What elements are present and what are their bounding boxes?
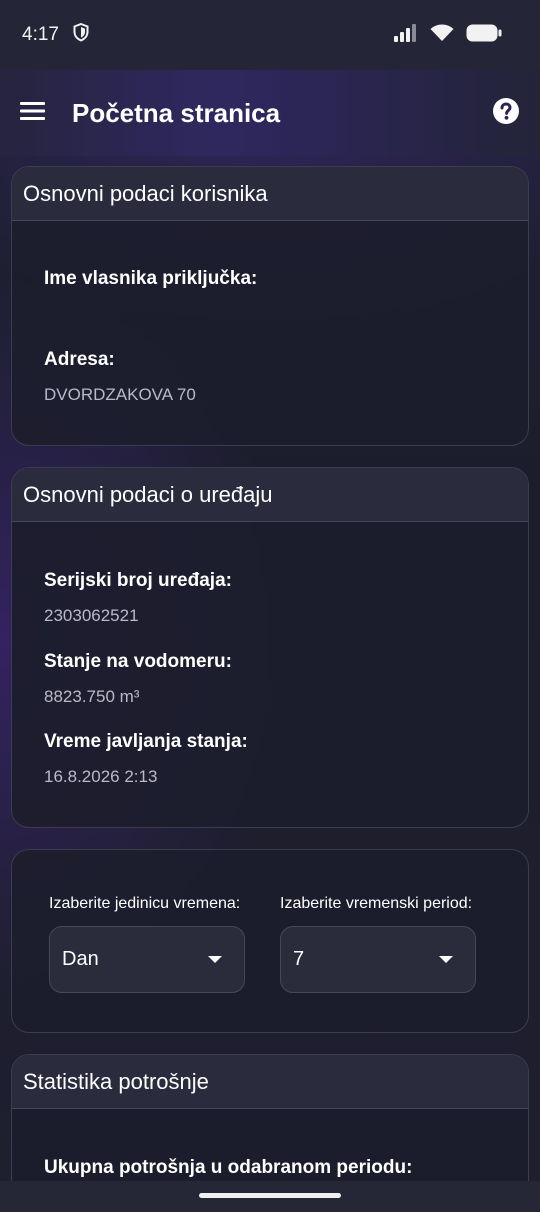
time-unit-select[interactable]: Dan — [49, 926, 245, 993]
device-card-title: Osnovni podaci o uređaju — [12, 468, 528, 522]
time-period-label: Izaberite vremenski period: — [280, 895, 473, 912]
dropdown-arrow-icon — [208, 956, 222, 963]
meter-field: Stanje na vodomeru: 8823.750 m³ — [44, 651, 232, 707]
signal-icon — [394, 23, 418, 47]
status-bar: 4:17 — [0, 0, 540, 70]
home-indicator[interactable] — [199, 1193, 341, 1198]
shield-icon — [73, 22, 89, 47]
wifi-icon — [430, 24, 454, 47]
page-title: Početna stranica — [72, 97, 281, 128]
serial-label: Serijski broj uređaja: — [44, 570, 232, 591]
address-value: DVORDZAKOVA 70 — [44, 385, 196, 404]
stats-card-title: Statistika potrošnje — [12, 1055, 528, 1109]
period-filter-card: Izaberite jedinicu vremena: Dan Izaberit… — [11, 849, 529, 1033]
hamburger-menu-icon[interactable] — [20, 101, 46, 126]
meter-label: Stanje na vodomeru: — [44, 651, 232, 672]
help-icon[interactable] — [492, 97, 520, 130]
serial-field: Serijski broj uređaja: 2303062521 — [44, 570, 232, 626]
total-consumption-label: Ukupna potrošnja u odabranom periodu: — [44, 1157, 413, 1178]
report-time-label: Vreme javljanja stanja: — [44, 731, 248, 752]
device-info-card: Osnovni podaci o uređaju Serijski broj u… — [11, 467, 529, 828]
dropdown-arrow-icon — [439, 956, 453, 963]
address-field: Adresa: DVORDZAKOVA 70 — [44, 349, 196, 405]
status-time: 4:17 — [22, 24, 59, 45]
app-bar: Početna stranica — [0, 70, 540, 156]
total-consumption-field: Ukupna potrošnja u odabranom periodu: — [44, 1157, 412, 1179]
time-period-value: 7 — [293, 948, 305, 970]
report-time-value: 16.8.2026 2:13 — [44, 767, 158, 786]
user-card-title: Osnovni podaci korisnika — [12, 167, 528, 221]
meter-value: 8823.750 m³ — [44, 687, 140, 706]
address-label: Adresa: — [44, 349, 115, 370]
time-unit-value: Dan — [62, 948, 99, 970]
serial-value: 2303062521 — [44, 606, 139, 625]
report-time-field: Vreme javljanja stanja: 16.8.2026 2:13 — [44, 731, 248, 787]
battery-icon — [466, 24, 502, 47]
time-unit-label: Izaberite jedinicu vremena: — [49, 895, 241, 912]
owner-field: Ime vlasnika priključka: — [44, 268, 257, 304]
owner-label: Ime vlasnika priključka: — [44, 268, 258, 289]
time-period-select[interactable]: 7 — [280, 926, 476, 993]
user-info-card: Osnovni podaci korisnika Ime vlasnika pr… — [11, 166, 529, 446]
